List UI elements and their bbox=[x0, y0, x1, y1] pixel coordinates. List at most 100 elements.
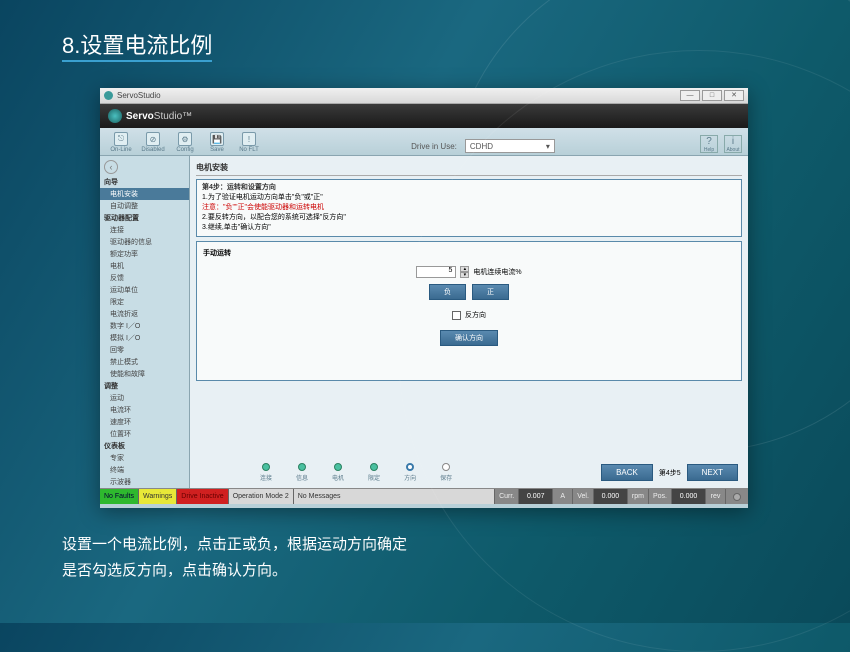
slide-title: 8.设置电流比例 bbox=[0, 0, 850, 74]
record-button[interactable] bbox=[726, 489, 748, 504]
sidebar: ‹ 向导 电机安装 自动调整 驱动器配置 连接 驱动器的信息 额定功率 电机 反… bbox=[100, 156, 190, 488]
nav-auto-tune[interactable]: 自动调整 bbox=[100, 200, 189, 212]
brand-text: ServoStudio™ bbox=[126, 111, 192, 122]
reverse-checkbox[interactable] bbox=[452, 311, 461, 320]
manual-header: 手动运转 bbox=[203, 248, 735, 258]
nav-limit[interactable]: 限定 bbox=[100, 296, 189, 308]
nav-back-button[interactable]: ‹ bbox=[104, 160, 118, 174]
nav-scope[interactable]: 示波器 bbox=[100, 476, 189, 488]
nav-group-tune: 调整 bbox=[100, 380, 189, 392]
status-curr-label: Curr. bbox=[495, 489, 519, 504]
online-button[interactable]: ⎋On-Line bbox=[106, 132, 136, 153]
reverse-label: 反方向 bbox=[465, 310, 486, 320]
step-line-2: 2.要反转方向，以配合您的系统可选择"反方向" bbox=[202, 213, 736, 223]
page-indicator: 第4步5 bbox=[659, 468, 681, 478]
status-nofaults[interactable]: No Faults bbox=[100, 489, 139, 504]
close-button[interactable]: ✕ bbox=[724, 90, 744, 101]
maximize-button[interactable]: □ bbox=[702, 90, 722, 101]
nav-rated-power[interactable]: 额定功率 bbox=[100, 248, 189, 260]
step-line-3: 3.继续,单击"确认方向" bbox=[202, 223, 736, 233]
manual-run-box: 手动运转 5 ▴▾ 电机连续电流% 负 正 反方向 确认方向 bbox=[196, 241, 742, 381]
wizard-steps: 连接 信息 电机 限定 方向 保存 BACK 第4步5 NEXT bbox=[190, 463, 748, 482]
status-pos-unit: rev bbox=[706, 489, 726, 504]
disabled-icon: ⊘ bbox=[146, 132, 160, 146]
nav-motion-unit[interactable]: 运动单位 bbox=[100, 284, 189, 296]
nav-connect[interactable]: 连接 bbox=[100, 224, 189, 236]
nav-drive-info[interactable]: 驱动器的信息 bbox=[100, 236, 189, 248]
status-opmode[interactable]: Operation Mode 2 bbox=[229, 489, 294, 504]
noflt-icon: ! bbox=[242, 132, 256, 146]
status-vel-label: Vel. bbox=[573, 489, 594, 504]
step-direction[interactable]: 方向 bbox=[404, 463, 416, 482]
nav-analog-io[interactable]: 模拟 I／O bbox=[100, 332, 189, 344]
content-area: 电机安装 第4步：运转和设置方向 1.为了验证电机运动方向单击"负"或"正" 注… bbox=[190, 156, 748, 488]
spin-down-button[interactable]: ▾ bbox=[460, 272, 469, 278]
minimize-button[interactable]: — bbox=[680, 90, 700, 101]
config-button[interactable]: ⚙Config bbox=[170, 132, 200, 153]
about-button[interactable]: iAbout bbox=[724, 135, 742, 153]
slide-caption: 设置一个电流比例，点击正或负，根据运动方向确定 是否勾选反方向，点击确认方向。 bbox=[62, 532, 407, 584]
nav-velocity-loop[interactable]: 速度环 bbox=[100, 416, 189, 428]
nav-homing[interactable]: 回零 bbox=[100, 344, 189, 356]
nav-digital-io[interactable]: 数字 I／O bbox=[100, 320, 189, 332]
nav-expert[interactable]: 专家 bbox=[100, 452, 189, 464]
step-limit[interactable]: 限定 bbox=[368, 463, 380, 482]
step-warning: 注意："负""正"会使能驱动器和运转电机 bbox=[202, 203, 736, 213]
nav-feedback[interactable]: 反馈 bbox=[100, 272, 189, 284]
nav-motion[interactable]: 运动 bbox=[100, 392, 189, 404]
nav-group-dash: 仪表板 bbox=[100, 440, 189, 452]
brand-bar: ServoStudio™ bbox=[100, 104, 748, 128]
status-curr-unit: A bbox=[553, 489, 573, 504]
config-icon: ⚙ bbox=[178, 132, 192, 146]
status-pos-label: Pos. bbox=[649, 489, 672, 504]
positive-button[interactable]: 正 bbox=[472, 284, 509, 300]
save-button[interactable]: 💾Save bbox=[202, 132, 232, 153]
negative-button[interactable]: 负 bbox=[429, 284, 466, 300]
current-label: 电机连续电流% bbox=[473, 267, 521, 277]
status-vel-unit: rpm bbox=[628, 489, 649, 504]
next-button[interactable]: NEXT bbox=[687, 464, 738, 481]
confirm-direction-button[interactable]: 确认方向 bbox=[440, 330, 498, 346]
nav-terminal[interactable]: 终端 bbox=[100, 464, 189, 476]
save-icon: 💾 bbox=[210, 132, 224, 146]
status-inactive[interactable]: Drive Inactive bbox=[177, 489, 228, 504]
help-button[interactable]: ?Help bbox=[700, 135, 718, 153]
step-info[interactable]: 信息 bbox=[296, 463, 308, 482]
status-messages[interactable]: No Messages bbox=[294, 489, 495, 504]
status-vel-value: 0.000 bbox=[594, 489, 628, 504]
step-title: 第4步：运转和设置方向 bbox=[202, 183, 736, 193]
record-icon bbox=[733, 493, 741, 501]
status-curr-value: 0.007 bbox=[519, 489, 553, 504]
nav-group-wizard: 向导 bbox=[100, 176, 189, 188]
step-instructions: 第4步：运转和设置方向 1.为了验证电机运动方向单击"负"或"正" 注意："负"… bbox=[196, 179, 742, 237]
drive-select[interactable]: CDHD▾ bbox=[465, 139, 555, 153]
nav-current-loop[interactable]: 电流环 bbox=[100, 404, 189, 416]
toolbar: ⎋On-Line ⊘Disabled ⚙Config 💾Save !No FLT… bbox=[100, 128, 748, 156]
status-pos-value: 0.000 bbox=[672, 489, 706, 504]
window-title: ServoStudio bbox=[117, 91, 161, 100]
nav-position-loop[interactable]: 位置环 bbox=[100, 428, 189, 440]
step-save[interactable]: 保存 bbox=[440, 463, 452, 482]
nav-motor[interactable]: 电机 bbox=[100, 260, 189, 272]
app-window: ServoStudio — □ ✕ ServoStudio™ ⎋On-Line … bbox=[100, 88, 748, 508]
back-button[interactable]: BACK bbox=[601, 464, 653, 481]
current-input[interactable]: 5 bbox=[416, 266, 456, 278]
nav-enable-fault[interactable]: 使能和故障 bbox=[100, 368, 189, 380]
nav-group-drive: 驱动器配置 bbox=[100, 212, 189, 224]
online-icon: ⎋ bbox=[114, 132, 128, 146]
titlebar: ServoStudio — □ ✕ bbox=[100, 88, 748, 104]
content-header: 电机安装 bbox=[196, 160, 742, 176]
chevron-down-icon: ▾ bbox=[546, 142, 550, 151]
nav-current-foldback[interactable]: 电流折返 bbox=[100, 308, 189, 320]
step-connect[interactable]: 连接 bbox=[260, 463, 272, 482]
nav-motor-install[interactable]: 电机安装 bbox=[100, 188, 189, 200]
disabled-button[interactable]: ⊘Disabled bbox=[138, 132, 168, 153]
step-line-1: 1.为了验证电机运动方向单击"负"或"正" bbox=[202, 193, 736, 203]
noflt-button[interactable]: !No FLT bbox=[234, 132, 264, 153]
step-motor[interactable]: 电机 bbox=[332, 463, 344, 482]
app-icon bbox=[104, 91, 113, 100]
drive-label: Drive in Use: bbox=[411, 142, 457, 151]
status-warnings[interactable]: Warnings bbox=[139, 489, 177, 504]
statusbar: No Faults Warnings Drive Inactive Operat… bbox=[100, 488, 748, 504]
nav-disable-mode[interactable]: 禁止模式 bbox=[100, 356, 189, 368]
